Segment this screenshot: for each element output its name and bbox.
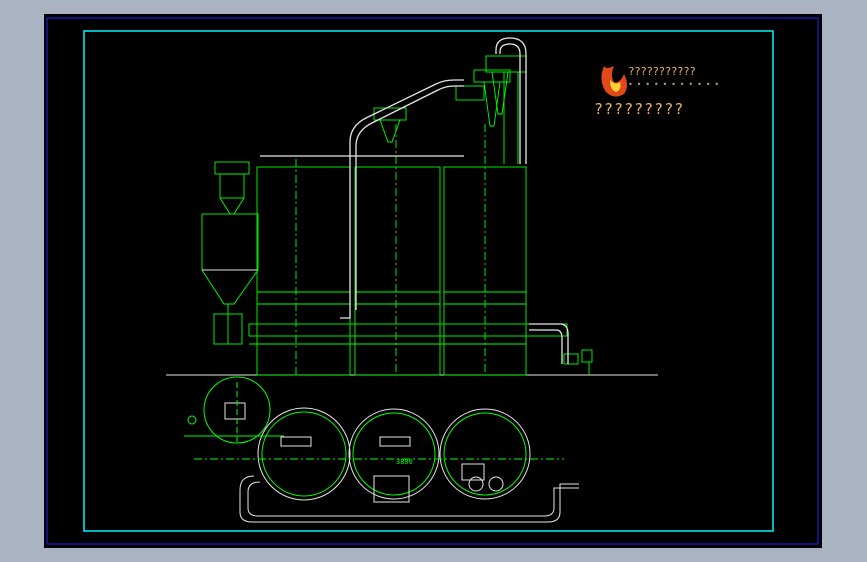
dimension-label: 3800 bbox=[396, 458, 413, 466]
bottom-conveyor bbox=[248, 323, 568, 337]
outer-border bbox=[46, 17, 819, 545]
filter-body bbox=[219, 173, 245, 199]
plan-view bbox=[184, 376, 579, 523]
flame-logo bbox=[601, 66, 627, 97]
elevation-view bbox=[166, 55, 658, 376]
filter-cone bbox=[219, 197, 245, 215]
title-dots: • • • • • • • • • • • bbox=[628, 80, 719, 89]
plan-silo-2 bbox=[348, 408, 440, 500]
filter-top bbox=[214, 161, 250, 175]
title-text: ??????????? bbox=[628, 65, 696, 78]
valve bbox=[563, 353, 579, 365]
cad-viewer: 3800 ??????????? • • • • • • • • • • • ?… bbox=[0, 0, 867, 562]
drawing-viewport[interactable]: 3800 ??????????? • • • • • • • • • • • ?… bbox=[44, 14, 822, 548]
small-silo-cone bbox=[201, 269, 259, 305]
small-silo-body bbox=[201, 213, 259, 271]
cad-drawing-canvas[interactable]: 3800 bbox=[44, 14, 822, 548]
plan-silo-1 bbox=[257, 407, 351, 501]
cyclone-2 bbox=[455, 85, 485, 101]
subtitle-text: ????????? bbox=[594, 100, 685, 118]
pump bbox=[581, 349, 593, 363]
pneumatic-pipes bbox=[260, 37, 569, 364]
cyclone-1-cone bbox=[379, 119, 401, 143]
plan-silo-3 bbox=[439, 408, 531, 500]
pipe-riser-1 bbox=[349, 79, 464, 310]
